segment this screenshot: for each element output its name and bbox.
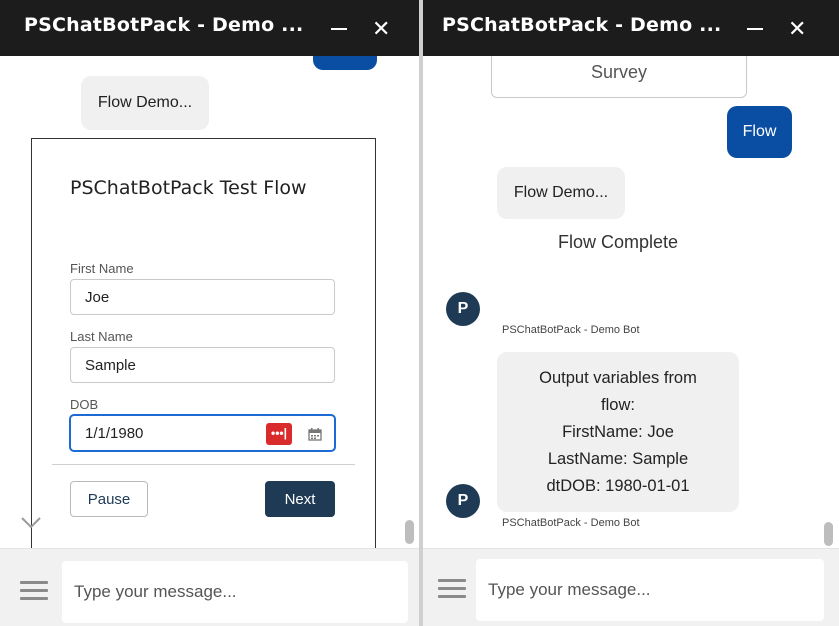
output-line: Output variables from — [539, 369, 697, 387]
message-input[interactable] — [62, 561, 408, 623]
first-name-label: First Name — [70, 261, 134, 276]
close-icon[interactable]: ✕ — [788, 17, 806, 42]
output-line: flow: — [601, 396, 635, 414]
message-input[interactable] — [476, 559, 824, 621]
user-message-text: Flow — [742, 123, 777, 140]
bot-name: PSChatBotPack - Demo Bot — [502, 517, 640, 529]
chat-footer — [0, 548, 419, 626]
minimize-icon[interactable] — [331, 28, 347, 30]
pause-button[interactable]: Pause — [70, 481, 148, 517]
card-divider — [52, 464, 355, 465]
last-name-field[interactable] — [70, 347, 335, 383]
survey-option-label: Survey — [590, 62, 648, 82]
bot-message-bubble: Flow Demo... — [81, 76, 209, 130]
chat-transcript[interactable]: Flow Demo... PSChatBotPack Test Flow Fir… — [0, 56, 419, 548]
first-name-field[interactable] — [70, 279, 335, 315]
next-button[interactable]: Next — [265, 481, 335, 517]
last-name-label: Last Name — [70, 329, 133, 344]
chevron-down-icon[interactable] — [20, 516, 42, 530]
avatar-letter: P — [457, 492, 469, 509]
bot-name: PSChatBotPack - Demo Bot — [502, 324, 640, 336]
next-button-label: Next — [284, 490, 316, 508]
user-message-bubble — [313, 56, 377, 70]
calendar-icon[interactable] — [308, 427, 322, 441]
avatar-letter: P — [457, 300, 469, 317]
scrollbar-thumb[interactable] — [824, 522, 833, 546]
title-bar: PSChatBotPack - Demo ... ✕ — [423, 0, 839, 56]
window-title: PSChatBotPack - Demo ... — [24, 14, 304, 36]
bot-message-bubble: Flow Demo... — [497, 167, 625, 219]
chat-scrollbar[interactable] — [823, 56, 833, 548]
chat-scrollbar[interactable] — [404, 56, 414, 548]
pause-button-label: Pause — [87, 490, 131, 508]
survey-option-button[interactable]: Survey — [491, 56, 747, 98]
output-line: LastName: Sample — [547, 450, 689, 468]
output-variables-bubble: Output variables from flow: FirstName: J… — [497, 352, 739, 512]
chat-window-right: PSChatBotPack - Demo ... ✕ Survey Flow F… — [423, 0, 839, 626]
chat-footer — [423, 548, 839, 626]
menu-icon[interactable] — [20, 581, 48, 601]
bot-message-text: Flow Demo... — [513, 184, 609, 201]
bot-message-text: Flow Demo... — [97, 94, 193, 111]
scrollbar-thumb[interactable] — [405, 520, 414, 544]
dob-field[interactable] — [70, 415, 335, 451]
user-message-bubble: Flow — [727, 106, 792, 158]
title-bar: PSChatBotPack - Demo ... ✕ — [0, 0, 419, 56]
password-manager-icon[interactable]: •••| — [266, 423, 292, 445]
window-title: PSChatBotPack - Demo ... — [442, 14, 722, 36]
menu-icon[interactable] — [438, 579, 466, 599]
close-icon[interactable]: ✕ — [372, 17, 390, 42]
avatar: P — [446, 292, 480, 326]
flow-card: PSChatBotPack Test Flow First Name Last … — [31, 138, 376, 548]
flow-complete-text: Flow Complete — [557, 232, 679, 252]
output-line: FirstName: Joe — [562, 423, 674, 441]
avatar: P — [446, 484, 480, 518]
flow-heading: PSChatBotPack Test Flow — [70, 177, 307, 199]
chat-transcript[interactable]: Survey Flow Flow Demo... Flow Complete P… — [423, 56, 839, 548]
minimize-icon[interactable] — [747, 28, 763, 30]
output-line: dtDOB: 1980-01-01 — [546, 477, 690, 495]
dob-label: DOB — [70, 397, 99, 412]
chat-window-left: PSChatBotPack - Demo ... ✕ Flow Demo... … — [0, 0, 419, 626]
